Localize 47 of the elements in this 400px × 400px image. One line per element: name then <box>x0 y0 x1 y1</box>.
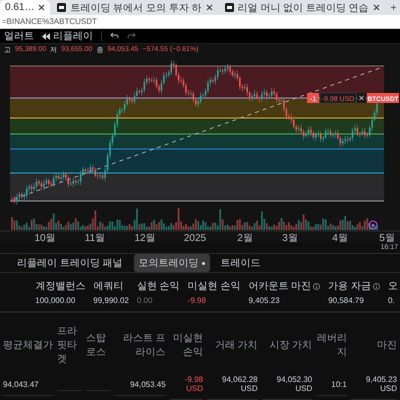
time-axis-label: 11월 <box>84 232 106 242</box>
stat-value: 0. <box>388 296 396 305</box>
stat-label: 가용 자금 <box>328 280 371 293</box>
stat-label: 어카운트 마진 <box>248 280 312 293</box>
browser-tab[interactable]: 0.61… <box>0 0 50 15</box>
column-header[interactable]: 프라핏타겟 <box>57 321 82 369</box>
stat-label: 실현 손익 <box>136 280 180 293</box>
stat-value: 0.00 <box>136 296 154 305</box>
stat-value: 100,000.00 <box>35 296 76 305</box>
table-cell: 10:1 <box>331 380 347 388</box>
column-header[interactable]: 거래 가치 <box>206 335 258 355</box>
column-header[interactable]: 라스트 프라이스 <box>115 328 166 362</box>
stat-label: 오 <box>388 280 398 293</box>
column-header[interactable]: 스탑로스 <box>86 328 112 362</box>
column-header[interactable]: 시장 가치 <box>262 335 312 355</box>
column-header[interactable]: 마진 <box>350 335 397 355</box>
panel-tab[interactable]: 리플레이 트레이딩 패널 <box>12 254 128 272</box>
column-header[interactable]: 미실현 손익 <box>170 328 203 362</box>
column-header[interactable]: 평균체결가 <box>3 335 53 355</box>
table-cell: 94,062.28 USD <box>222 375 258 393</box>
stat-value: 9,405.23 <box>248 296 281 305</box>
table-cell: -9.98 USD <box>184 375 203 393</box>
panel-tab[interactable]: 모의트레이딩 <box>134 254 210 272</box>
stat-label: 미실현 손익 <box>188 280 240 293</box>
table-cell: 9,405.23 USD <box>366 375 397 393</box>
time-axis-label: 3월 <box>282 232 298 242</box>
table-cell: 94,053.45 <box>130 380 166 388</box>
time-axis-label: 2025 <box>184 232 206 242</box>
panel-tab[interactable]: 트레이드 <box>216 254 266 272</box>
time-axis-label: 10월 <box>34 232 56 242</box>
time-axis-label: 12월 <box>134 232 156 242</box>
stat-label: 계정밸런스 <box>35 280 86 293</box>
stat-value: 99,990.02 <box>93 296 129 305</box>
time-axis-label: 2월 <box>237 232 253 242</box>
browser-tab[interactable]: 트레이딩 뷰에서 모의 투자 하 <box>52 0 218 15</box>
replay-button[interactable]: 리플레이 <box>42 29 93 44</box>
alert-button[interactable]: 얼러트 <box>4 29 34 44</box>
stat-label: 에쿼티 <box>93 280 124 293</box>
time-axis-label: 5월 <box>379 232 395 242</box>
table-cell: 94,043.47 <box>3 380 39 388</box>
stat-value: 90,584.79 <box>328 296 365 305</box>
time-axis-label: 4월 <box>332 232 348 242</box>
table-cell: 94,052.30 USD <box>276 375 312 393</box>
address-text[interactable]: =BINANCE%3ABTCUSDT <box>2 17 97 26</box>
stat-value: -9.98 <box>188 296 207 305</box>
column-header[interactable]: 레버리지 <box>316 328 347 362</box>
browser-tab[interactable]: 리얼 머니 없이 트레이딩 연습 <box>220 0 385 15</box>
